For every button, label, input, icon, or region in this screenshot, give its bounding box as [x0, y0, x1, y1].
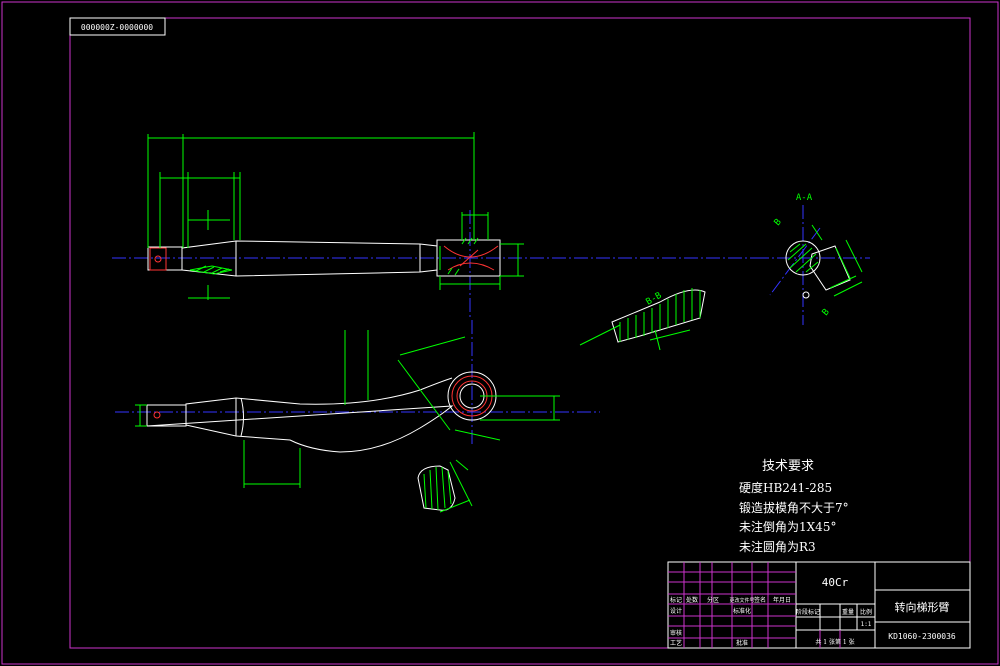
front-view-dimensions [135, 330, 560, 488]
cad-drawing-canvas: 000000Z-0000000 A-A B B B-B 技术要求 硬度HB241… [1, 1, 999, 665]
material-text: 40Cr [822, 576, 849, 589]
tech-req-line-3: 未注倒角为1X45° [739, 519, 836, 534]
header-label-0: 标记 [670, 596, 682, 604]
row-label-2: 审核 [670, 629, 682, 637]
stage-label-1: 重量 [842, 608, 854, 616]
drawing-frame [1, 1, 999, 665]
header-label-2: 分区 [707, 596, 719, 604]
section-lower [417, 459, 473, 513]
tech-req-line-1: 硬度HB241-285 [739, 480, 832, 495]
threaded-end [149, 247, 167, 271]
arm-outline [146, 377, 454, 453]
top-view-dimensions [147, 132, 524, 300]
center-lines [112, 205, 870, 445]
sheet-info-text: 共 1 张第 1 张 [815, 638, 854, 646]
row-label-4: 批准 [736, 639, 748, 647]
tech-req-line-2: 锻造拔模角不大于7° [739, 500, 849, 515]
section-a-a-label: A-A [796, 193, 813, 203]
row-label-0: 设计 [670, 607, 682, 615]
section-b-b-label: B-B [645, 291, 664, 308]
part-name-text: 转向梯形臂 [895, 600, 950, 614]
tech-req-line-4: 未注圆角为R3 [739, 539, 816, 554]
corner-code-box: 000000Z-0000000 [69, 17, 166, 36]
stage-label-0: 阶段标记 [796, 608, 820, 616]
stage-label-2: 比例 [860, 608, 872, 616]
section-marker-b-bottom: B [821, 307, 832, 318]
title-block-grid [668, 562, 841, 648]
section-b-b [579, 288, 706, 351]
header-label-5: 年月日 [773, 596, 791, 604]
section-a-a [785, 224, 863, 299]
header-label-3: 更改文件号 [729, 597, 754, 604]
section-marker-b-top: B [773, 217, 784, 228]
title-block-text: 40Cr 转向梯形臂 KD1060-2300036 共 1 张第 1 张 1:1… [670, 576, 956, 647]
technical-requirements: 技术要求 硬度HB241-285 锻造拔模角不大于7° 未注倒角为1X45° 未… [739, 459, 849, 554]
header-label-1: 处数 [686, 596, 698, 604]
header-label-4: 签名 [754, 596, 766, 604]
drawing-number-text: KD1060-2300036 [888, 632, 956, 641]
corner-code-text: 000000Z-0000000 [81, 23, 153, 32]
pin-hole [153, 411, 161, 419]
tech-req-title: 技术要求 [762, 459, 814, 474]
scale-text: 1:1 [861, 621, 872, 628]
row-label-3: 工艺 [670, 639, 682, 647]
row-label-1: 标准化 [733, 607, 751, 615]
top-view [147, 237, 501, 277]
